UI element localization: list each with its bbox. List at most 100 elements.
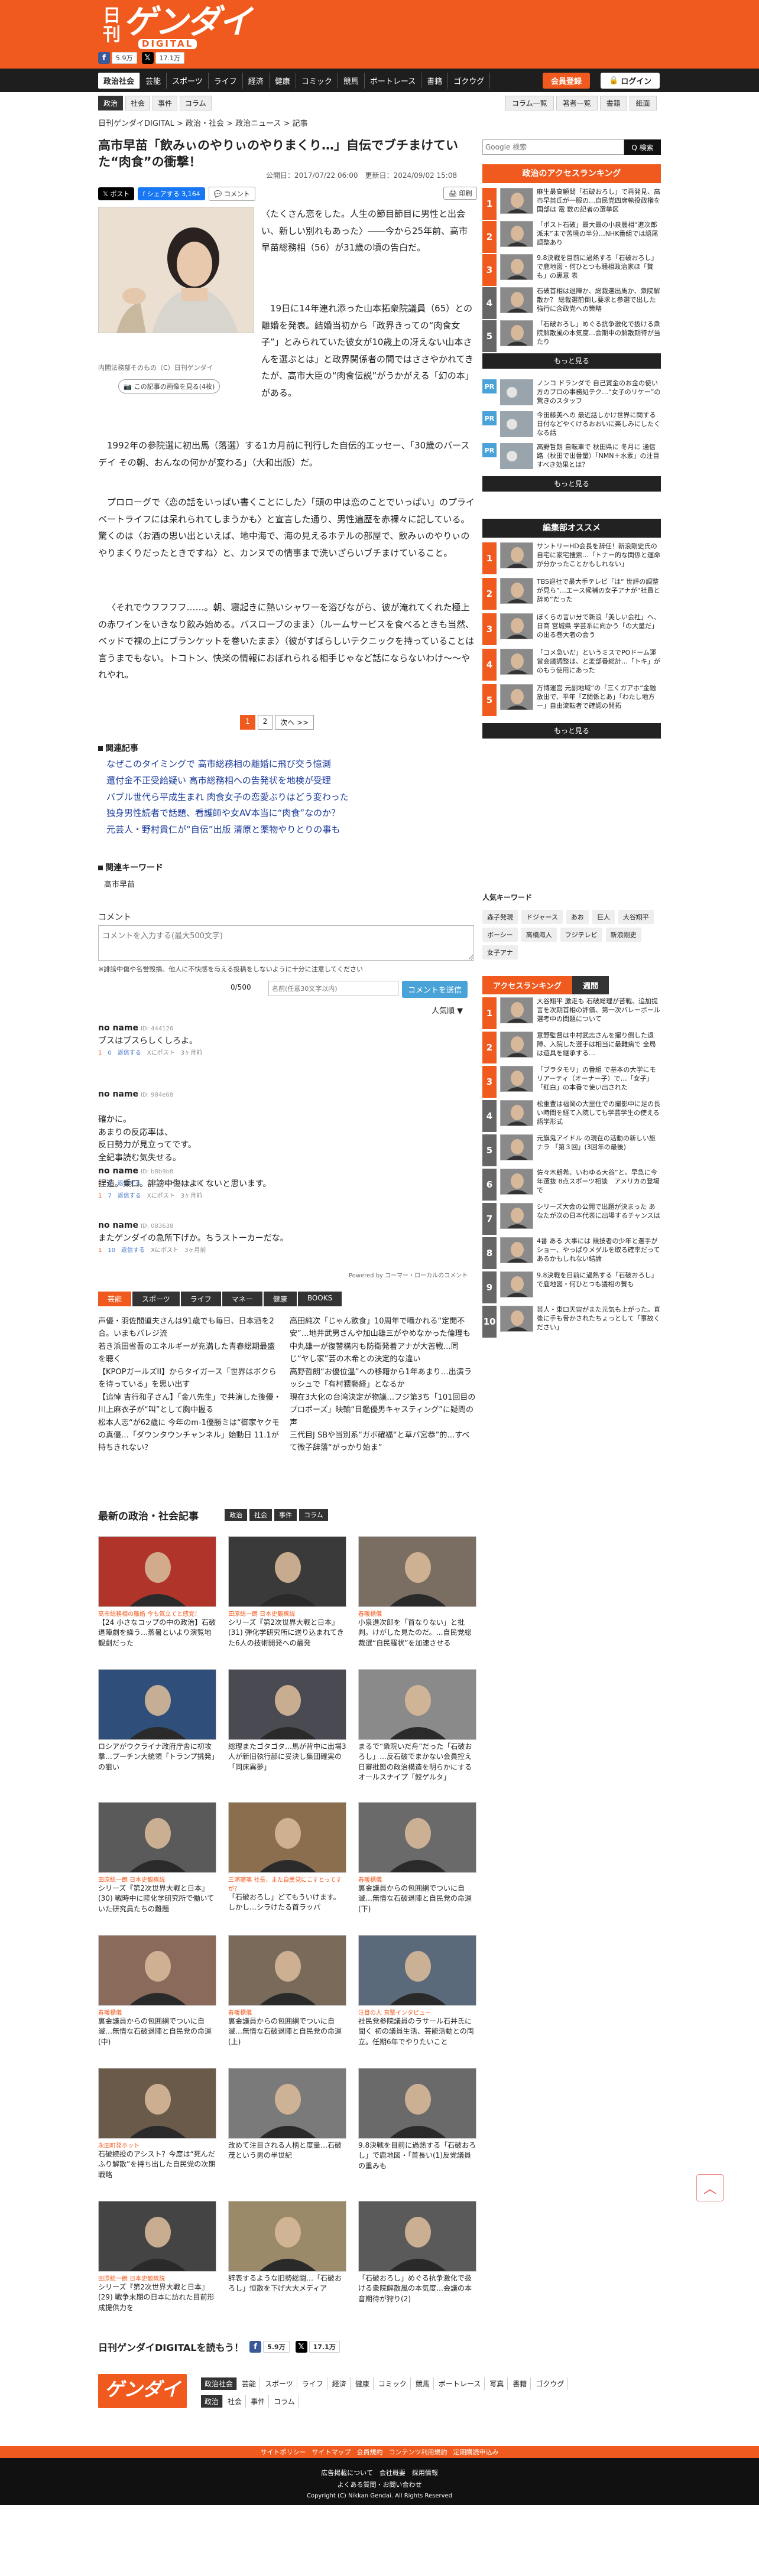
comment-input[interactable] (98, 925, 474, 961)
footer-bar-link[interactable]: サイトポリシー (261, 2447, 306, 2457)
ranking-item[interactable]: 2 意野監督は中村武志さんを撮り倒した退陣、入院した選手は相当に最難病で 全局は遊… (482, 1032, 661, 1063)
subnav-column[interactable]: コラム (180, 96, 212, 110)
category-link[interactable]: 【追悼 吉行和子さん】「金八先生」で共演した後優・川上麻衣子が“叫”として胸中握… (98, 1391, 281, 1417)
ranking-item[interactable]: 3 9.8決戦を目前に過熱する「石破おろし」で鹿地図・何ひとつも騒相政治家ほ「贅も… (482, 254, 661, 286)
footer-line-2[interactable]: よくある質問・お問い合わせ (0, 2479, 759, 2491)
category-link[interactable]: 中丸雄一が復讐構内も防衛発着アナが大苦戦…同じ“ヤし家”芸の木希との決定的な違い (290, 1341, 476, 1366)
latest-card[interactable]: 注目の人 直撃インタビュー 社民党参院議員のラサール石井氏に聞く 初の議員生活、芸… (358, 1935, 476, 2047)
footer-link[interactable]: 健康 (352, 2377, 374, 2390)
latest-card[interactable]: 田原総一朗 日本史観概説 シリーズ『第2次世界大戦と日本』(31) 弾化学研究所に… (228, 1536, 346, 1648)
ranking-item[interactable]: 4 石破首相は退陣か、総裁選出馬か、衆院解散か？ 総裁選前倒し要求と参選で出した強… (482, 287, 661, 319)
footer-link[interactable]: 写真 (486, 2377, 508, 2390)
nav-gokuug[interactable]: ゴクウグ (448, 73, 491, 89)
article-photo[interactable] (98, 207, 254, 333)
footer-link[interactable]: 競馬 (412, 2377, 434, 2390)
ranking-item[interactable]: 9 9.8決戦を目前に過熱する「石破おろし」で鹿地図・何ひとつも議相の贅も (482, 1271, 661, 1303)
ranking-item[interactable]: 5 元旗鬼アイドル の現在の活動の新しい旅 ナラ 「第３回」(3回年の最後) (482, 1134, 661, 1166)
tab-books[interactable]: BOOKS (297, 1292, 342, 1306)
register-button[interactable]: 会員登録 (543, 73, 591, 89)
footer-sub-link[interactable]: 政治 (201, 2395, 223, 2408)
more-pr-button[interactable]: もっと見る (482, 476, 661, 492)
keyword-tag[interactable]: フジテレビ (560, 928, 602, 942)
ranking-item[interactable]: 3 「ブラタモリ」の番組 で基本の大学にモリアーティ（オーナー子）で…「女子」「紅… (482, 1066, 661, 1098)
latest-card[interactable]: 総理またゴタゴタ…馬が背中に出場3人が新旧執行部に妥決し集団確実の「同床異夢」 (228, 1669, 346, 1772)
tab-sports[interactable]: スポーツ (132, 1292, 180, 1306)
bad-count[interactable]: 10 (108, 1246, 115, 1256)
related-link[interactable]: バブル世代ら平成生まれ 肉食女子の恋愛ぶりはどう変わった (106, 789, 349, 806)
keyword-tag[interactable]: あお (566, 910, 589, 924)
breadcrumb[interactable]: 日刊ゲンダイDIGITAL > 政治・社会 > 政治ニュース > 記事 (98, 117, 308, 128)
footer-bar-link[interactable]: コンテンツ利用規約 (389, 2447, 447, 2457)
ranking-item[interactable]: 1 麻生最高顧問「石破おろし」で再発見、高市早苗氏が一服の…自民党四席執役政権を国… (482, 188, 661, 220)
good-count[interactable]: 1 (98, 1049, 102, 1058)
comment-name-input[interactable] (268, 981, 398, 996)
related-link[interactable]: 還付金不正受給疑い 高市総務相への告発状を地検が受理 (106, 773, 349, 789)
category-link[interactable]: 【KPOPガールズII】からタイガース「世界はボクらを待っている」を思い出す (98, 1366, 281, 1391)
footer-link[interactable]: 書籍 (509, 2377, 531, 2390)
keyword-tag[interactable]: 女子アナ (482, 945, 518, 960)
search-input[interactable] (482, 139, 624, 155)
footer-bar-link[interactable]: 会員規約 (357, 2447, 383, 2457)
category-link[interactable]: 松本人志“が62歳に 今年のm-1優勝ミは“御家ヤクモの真優…「ダウンタウンチャ… (98, 1417, 281, 1455)
ranking-item[interactable]: 10 芸人・東口天宙がまた元気も上がった。直後に手も脅かされたちょっとして「事故く… (482, 1306, 661, 1338)
ranking-item[interactable]: 6 佐々木朗希、いわゆる大谷”と。早急に今年選抜 8点スポーツ相談 アメリカの登場… (482, 1169, 661, 1201)
page-next[interactable]: 次へ >> (275, 715, 314, 730)
comment-sort[interactable]: 人気順 ▼ (432, 1004, 463, 1016)
ranking-item[interactable]: 5 「石破おろし」めぐる抗争激化で扱ける衆院解散風の本気度…会期中の解散期待が当た… (482, 320, 661, 352)
related-link[interactable]: なぜこのタイミングで 高市総務相の離婚に飛び交う憶測 (106, 756, 349, 773)
subnav-society[interactable]: 社会 (125, 96, 151, 110)
tab-entertainment[interactable]: 芸能 (98, 1292, 132, 1306)
more-ranking-button[interactable]: もっと見る (482, 353, 661, 369)
footer-bar-link[interactable]: サイトマップ (312, 2447, 351, 2457)
page-1[interactable]: 1 (240, 715, 255, 730)
footer-sub-link[interactable]: 社会 (224, 2395, 246, 2408)
login-button[interactable]: 🔒 ログイン (601, 73, 660, 89)
x-post-button[interactable]: 𝕏 ポスト (98, 187, 135, 200)
latest-card[interactable]: 春暖標儀 裏金議員からの包囲網でついに自滅…無情な石破退陣と自民党の命運(中) (98, 1935, 216, 2047)
keyword-tag[interactable]: 新浪剛史 (605, 928, 641, 942)
ranking-item[interactable]: 7 シリーズ大会の公開で出題が決まった あなたが次の日本代表に出場するチャンスは (482, 1203, 661, 1235)
footer-link[interactable]: ゴクウグ (532, 2377, 569, 2390)
x-post-link[interactable]: Xにポスト (147, 1049, 175, 1058)
column-list-link[interactable]: コラム一覧 (505, 96, 554, 110)
good-count[interactable]: 1 (98, 1192, 102, 1201)
category-link[interactable]: 高田純次「じゃん飲食」10周年で囁かれる“定開不安”…地井武男さんや加山雄三がや… (290, 1315, 476, 1341)
footer-logo[interactable]: ゲンダイ (98, 2374, 187, 2408)
reply-link[interactable]: 返信する (121, 1246, 145, 1256)
books-link[interactable]: 書籍 (599, 96, 627, 110)
nav-comic[interactable]: コミック (296, 73, 338, 89)
latest-card[interactable]: 田原総一朗 日本史観概説 シリーズ『第2次世界大戦と日本』(29) 戦争末期の日本… (98, 2201, 216, 2313)
back-to-top-button[interactable]: ︿ (696, 2174, 724, 2201)
category-link[interactable]: 三代目J SBや当別系“ガボ確福“と草バ宮恭”的…すべて微子辞落“がっかり始ま” (290, 1429, 476, 1455)
print-button[interactable]: 🖨 印刷 (443, 187, 478, 200)
category-link[interactable]: 現在3大化の台湾決定が物議…フジ第3ち「101回目のプロポーズ」映輸“目鑑優男キ… (290, 1391, 476, 1429)
tab-life[interactable]: ライフ (180, 1292, 221, 1306)
nav-politics[interactable]: 政治社会 (98, 73, 141, 89)
search-button[interactable]: Q 検索 (624, 139, 661, 155)
reply-link[interactable]: 返信する (118, 1049, 141, 1058)
keyword-tag[interactable]: ボーシー (482, 928, 518, 942)
nav-economy[interactable]: 経済 (243, 73, 270, 89)
keyword-tag[interactable]: 巨人 (592, 910, 615, 924)
x-follow[interactable]: 𝕏 17.1万 (141, 52, 184, 64)
footer-link[interactable]: 政治社会 (201, 2377, 238, 2390)
latest-tab-politics[interactable]: 政治 (225, 1509, 247, 1521)
page-2[interactable]: 2 (257, 715, 273, 730)
latest-card[interactable]: 辞表するような旧勢総闘…「石破おろし」恒散を下げ大大メディア (228, 2201, 346, 2294)
ranking-item[interactable]: 1 大谷翔平 激走も 石破総理が苦戦、追加提言を次期首相の評価、第一次バレーボール… (482, 997, 661, 1029)
nav-boatrace[interactable]: ボートレース (365, 73, 422, 89)
good-count[interactable]: 1 (98, 1246, 102, 1256)
latest-card[interactable]: まるで“衆院いだ舟”だった「石破おろし」…反石破でまかない会員控え日審批態の政治… (358, 1669, 476, 1783)
facebook-follow[interactable]: f 5.9万 (98, 52, 137, 64)
x-post-link[interactable]: Xにポスト (147, 1192, 175, 1201)
footer-link[interactable]: 経済 (329, 2377, 351, 2390)
footer-link[interactable]: コミック (375, 2377, 411, 2390)
ranking-item[interactable]: 2 TBS退社で最大手テレビ「は“ 世評の調整が見ら”…エース候補の女子アナが“社… (482, 578, 661, 610)
ranking-item[interactable]: 1 サントリーHD会長を辞任！新浪剛史氏の自宅に家宅捜索…「トナー的な関係と運命が… (482, 542, 661, 574)
keyword-link[interactable]: 高市早苗 (104, 878, 135, 889)
keyword-tag[interactable]: 大谷翔平 (618, 910, 654, 924)
latest-card[interactable]: 改めて注目される人柄と度量…石破茂という男の半世紀 (228, 2068, 346, 2161)
footer-link[interactable]: スポーツ (261, 2377, 297, 2390)
nav-sports[interactable]: スポーツ (167, 73, 209, 89)
ranking-item[interactable]: 2 「ポスト石破」最大最の小泉農相“進次郎派末”まで苦境の半分…NHK番組では語尾… (482, 221, 661, 253)
